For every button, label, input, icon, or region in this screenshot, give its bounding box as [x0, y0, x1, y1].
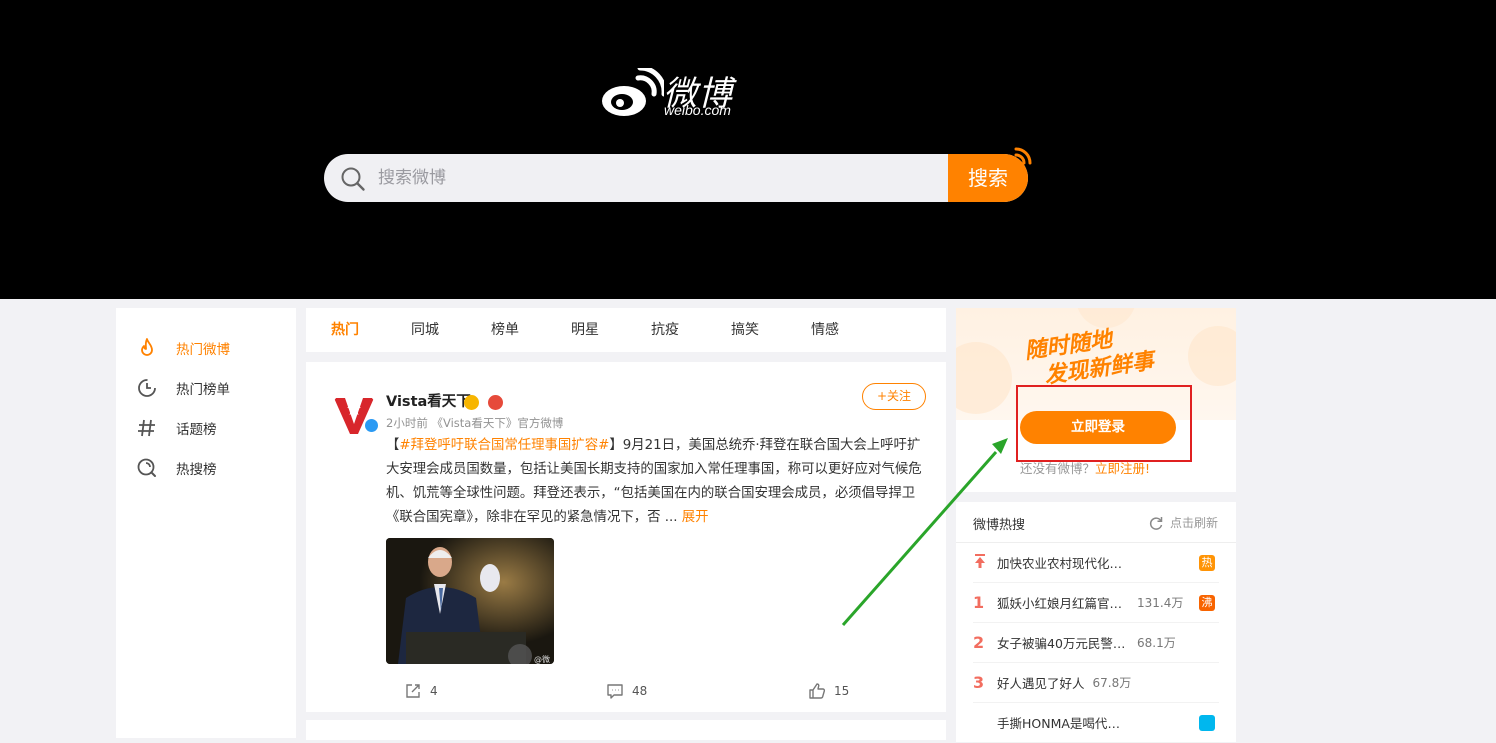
hot-search-item[interactable]: 1 狐妖小红娘月红篇官宣... 131.4万 沸 — [973, 583, 1219, 623]
medal-badge-icon — [488, 395, 504, 410]
left-nav: 热门微博 热门榜单 话题榜 热搜榜 — [116, 308, 296, 738]
weibo-logo[interactable]: 微博 weibo.com — [600, 64, 750, 120]
like-button[interactable]: 15 — [808, 682, 849, 700]
follow-button[interactable]: +关注 — [862, 383, 926, 410]
hot-rank: 1 — [973, 593, 985, 612]
boiling-badge: 沸 — [1199, 595, 1215, 611]
nav-label: 热门榜单 — [176, 382, 230, 398]
logo-text-en: weibo.com — [664, 102, 731, 118]
hot-search-item[interactable]: 2 女子被骗40万元民警追回... 68.1万 — [973, 623, 1219, 663]
tab-epidemic[interactable]: 抗疫 — [640, 308, 690, 352]
like-count: 15 — [834, 684, 850, 698]
refresh-label: 点击刷新 — [1169, 516, 1218, 530]
search-input[interactable] — [376, 154, 936, 202]
weibo-eye-icon — [602, 68, 664, 116]
image-watermark: @微 — [534, 654, 550, 664]
hot-search-text: 女子被骗40万元民警追回... — [997, 636, 1129, 651]
tab-hot[interactable]: 热门 — [320, 308, 370, 352]
emoji-badge-icon — [464, 395, 479, 410]
tab-rankings[interactable]: 榜单 — [480, 308, 530, 352]
post-author[interactable]: Vista看天下 — [386, 390, 471, 411]
nav-item-topics[interactable]: 话题榜 — [136, 414, 286, 442]
pin-top-icon — [973, 553, 997, 573]
refresh-icon — [1149, 516, 1163, 530]
tab-funny[interactable]: 搞笑 — [720, 308, 770, 352]
hot-search-text: 好人遇见了好人 — [997, 676, 1085, 691]
comment-count: 48 — [632, 684, 648, 698]
hot-search-text: 加快农业农村现代化步伐 — [997, 556, 1129, 571]
verified-badge-icon — [363, 417, 380, 434]
highlight-box — [1016, 385, 1192, 462]
hot-rank: 2 — [973, 633, 985, 652]
hot-search-text: 狐妖小红娘月红篇官宣... — [997, 596, 1129, 611]
header-banner: 微博 weibo.com 搜索 — [0, 0, 1496, 299]
author-badges — [464, 392, 507, 411]
post-image[interactable]: @微 — [386, 538, 554, 664]
share-count: 4 — [430, 684, 438, 698]
clock-list-icon — [138, 379, 156, 397]
tab-stars[interactable]: 明星 — [560, 308, 610, 352]
post-text: 【#拜登呼吁联合国常任理事国扩容#】9月21日，美国总统乔·拜登在联合国大会上呼… — [386, 434, 926, 530]
refresh-button[interactable]: 点击刷新 — [1148, 514, 1218, 531]
post-actions: 4 48 15 — [306, 676, 946, 706]
search-icon — [341, 167, 365, 191]
thumbs-up-icon — [809, 683, 826, 699]
register-prompt-text: 还没有微博？ — [1020, 461, 1096, 476]
post-text-open: 【 — [386, 438, 400, 453]
post-meta: 2小时前 《Vista看天下》官方微博 — [386, 416, 564, 430]
hot-rank: 3 — [973, 673, 985, 692]
hot-search-item[interactable]: 手撕HONMA是喝代言人 — [973, 703, 1219, 743]
hot-search-text: 手撕HONMA是喝代言人 — [997, 716, 1129, 731]
tab-local[interactable]: 同城 — [400, 308, 450, 352]
login-slogan: 随时随地 发现新鲜事 — [1023, 326, 1174, 389]
share-button[interactable]: 4 — [404, 682, 438, 700]
share-icon — [406, 684, 420, 698]
nav-label: 热搜榜 — [176, 462, 217, 478]
hot-search-title: 微博热搜 — [973, 518, 1026, 533]
expand-link[interactable]: 展开 — [682, 510, 709, 525]
nav-item-hot-search[interactable]: 热搜榜 — [136, 454, 286, 482]
new-badge — [1199, 715, 1215, 731]
nav-item-hot-weibo[interactable]: 热门微博 — [136, 334, 286, 362]
hot-search-count: 131.4万 — [1137, 596, 1184, 610]
post-card: Vista看天下 2小时前 《Vista看天下》官方微博 +关注 【#拜登呼吁联… — [306, 362, 946, 712]
hot-search-count: 67.8万 — [1092, 676, 1132, 690]
comment-icon — [607, 684, 623, 699]
hot-search-card: 微博热搜 点击刷新 加快农业农村现代化步伐 热 1 狐妖小红娘月红篇官宣... … — [956, 502, 1236, 743]
tab-emotion[interactable]: 情感 — [800, 308, 850, 352]
signal-icon — [1014, 147, 1032, 165]
nav-item-hot-list[interactable]: 热门榜单 — [136, 374, 286, 402]
feed-tabs: 热门 同城 榜单 明星 抗疫 搞笑 情感 — [306, 308, 1214, 352]
post-hashtag[interactable]: #拜登呼吁联合国常任理事国扩容# — [399, 438, 609, 453]
hot-search-count: 68.1万 — [1137, 636, 1176, 650]
flame-icon — [141, 338, 153, 356]
hashtag-icon — [138, 419, 155, 437]
hot-search-icon — [137, 458, 156, 477]
speaker-photo: @微 — [386, 538, 554, 664]
comment-button[interactable]: 48 — [606, 682, 647, 700]
register-link[interactable]: 立即注册! — [1095, 461, 1150, 476]
next-post-card — [306, 720, 946, 740]
hot-search-item[interactable]: 加快农业农村现代化步伐 热 — [973, 543, 1219, 583]
nav-label: 话题榜 — [176, 422, 217, 438]
search-bar: 搜索 — [324, 154, 1028, 202]
hot-badge: 热 — [1199, 555, 1215, 571]
hot-search-item[interactable]: 3 好人遇见了好人 67.8万 — [973, 663, 1219, 703]
nav-label: 热门微博 — [176, 342, 230, 358]
